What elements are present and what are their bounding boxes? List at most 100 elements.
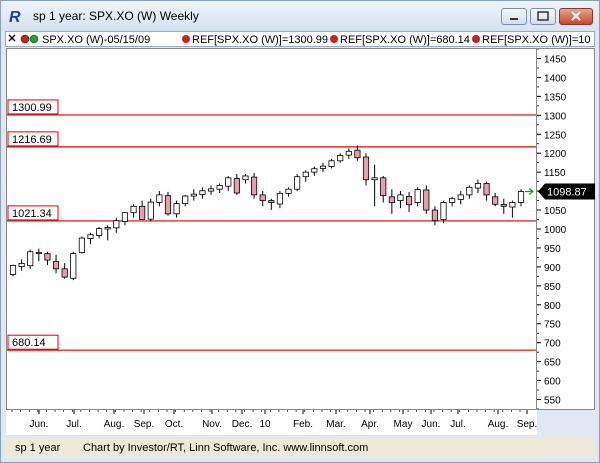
- candle-body: [199, 190, 206, 195]
- candle: [414, 187, 421, 207]
- x-tick-label: Apr.: [361, 419, 379, 430]
- reference-label: 1216.69: [12, 134, 52, 146]
- candle-body: [173, 203, 180, 215]
- candle-body: [466, 186, 473, 196]
- close-button[interactable]: [559, 8, 593, 25]
- candle: [173, 200, 180, 218]
- red-status-dot-icon: [20, 34, 30, 44]
- candle-body: [483, 183, 490, 196]
- candle-body: [9, 264, 17, 275]
- candle-body: [388, 196, 395, 203]
- candle-body: [251, 176, 258, 196]
- candle: [104, 225, 111, 241]
- x-tick-label: Jul.: [450, 419, 466, 430]
- candle: [78, 236, 85, 254]
- candle: [121, 211, 129, 226]
- y-tick-label: 700: [544, 339, 561, 350]
- symbol-label: SPX.XO (W)-05/15/09: [42, 34, 150, 46]
- y-tick-label: 750: [544, 320, 561, 331]
- candle-body: [431, 209, 438, 222]
- candle: [52, 254, 60, 274]
- candle: [302, 170, 309, 182]
- candle: [457, 191, 464, 205]
- candle: [294, 174, 301, 192]
- candle: [319, 162, 327, 173]
- x-tick-label: Jun.: [30, 419, 49, 430]
- y-tick-label: 1000: [544, 225, 567, 236]
- candle: [35, 248, 42, 262]
- candle-body: [397, 194, 404, 201]
- candle: [70, 251, 77, 281]
- candle-body: [190, 193, 197, 197]
- candle: [96, 227, 103, 239]
- candle: [9, 264, 17, 277]
- y-tick-label: 1450: [544, 54, 567, 65]
- candle-body: [207, 188, 215, 192]
- candle: [156, 191, 163, 207]
- date-axis: Jun. Jul. Aug. Sep. Oct. Nov. Dec. 10 Feb. Mar. Ap…: [6, 410, 537, 435]
- title-bar: R sp 1 year: SPX.XO (W) Weekly: [1, 1, 599, 31]
- candle-body: [104, 227, 111, 230]
- candle-body: [78, 237, 85, 253]
- candle: [87, 232, 94, 245]
- candle-body: [294, 176, 301, 190]
- y-tick-label: 1050: [544, 206, 567, 217]
- candle: [113, 217, 120, 233]
- candle: [423, 185, 430, 214]
- candle: [242, 174, 249, 184]
- candle-body: [156, 194, 163, 203]
- candle: [207, 185, 215, 195]
- status-chart-name: sp 1 year: [15, 442, 61, 454]
- reference-label: 1300.99: [12, 102, 52, 114]
- candle-body: [500, 203, 507, 207]
- reference-label: 680.14: [12, 337, 46, 349]
- candle-body: [147, 201, 154, 220]
- candle: [130, 204, 137, 218]
- candle: [18, 259, 25, 271]
- chart-plot-area[interactable]: 1300.99 1216.69 1021.34 680.14: [6, 48, 537, 410]
- candle-body: [371, 177, 378, 181]
- close-info-icon: [8, 34, 16, 42]
- ref-dot-icon-1: [182, 35, 190, 43]
- candle: [517, 189, 525, 207]
- candle-body: [35, 252, 42, 255]
- close-icon: [571, 11, 581, 21]
- x-tick-label: May: [394, 419, 413, 430]
- x-tick-label: Dec.: [232, 419, 253, 430]
- y-tick-label: 1400: [544, 73, 567, 84]
- candle-body: [216, 185, 223, 190]
- last-price-arrow-icon: [525, 188, 535, 196]
- green-status-dot-icon: [29, 34, 39, 44]
- candle-body: [328, 160, 335, 167]
- maximize-button[interactable]: [530, 8, 556, 25]
- candle-body: [268, 200, 275, 203]
- candle: [345, 148, 352, 159]
- minimize-button[interactable]: [501, 8, 527, 25]
- candle: [61, 263, 68, 279]
- candle: [233, 174, 240, 195]
- candle: [259, 191, 266, 207]
- svg-text:R: R: [9, 9, 21, 25]
- candle-body: [130, 205, 137, 214]
- candle-body: [276, 192, 283, 205]
- candle: [371, 164, 378, 207]
- candle-body: [121, 212, 129, 222]
- candle: [509, 200, 516, 218]
- y-tick-label: 1300: [544, 111, 567, 122]
- status-credit: Chart by Investor/RT, Linn Software, Inc…: [83, 442, 369, 454]
- y-tick-label: 550: [544, 396, 561, 407]
- candle-body: [405, 196, 413, 206]
- candle: [500, 198, 507, 214]
- x-tick-label: Jun.: [422, 419, 441, 430]
- ref-label-1: REF[SPX.XO (W)]=1300.99: [192, 34, 328, 46]
- candle-body: [164, 195, 172, 215]
- candle: [492, 193, 499, 207]
- y-tick-label: 600: [544, 377, 561, 388]
- reference-label: 1021.34: [12, 208, 52, 220]
- candle-body: [337, 155, 344, 162]
- candle-body: [233, 178, 240, 194]
- candle: [380, 175, 387, 203]
- candle-body: [113, 220, 120, 229]
- candle: [362, 153, 370, 186]
- candle-body: [87, 234, 94, 239]
